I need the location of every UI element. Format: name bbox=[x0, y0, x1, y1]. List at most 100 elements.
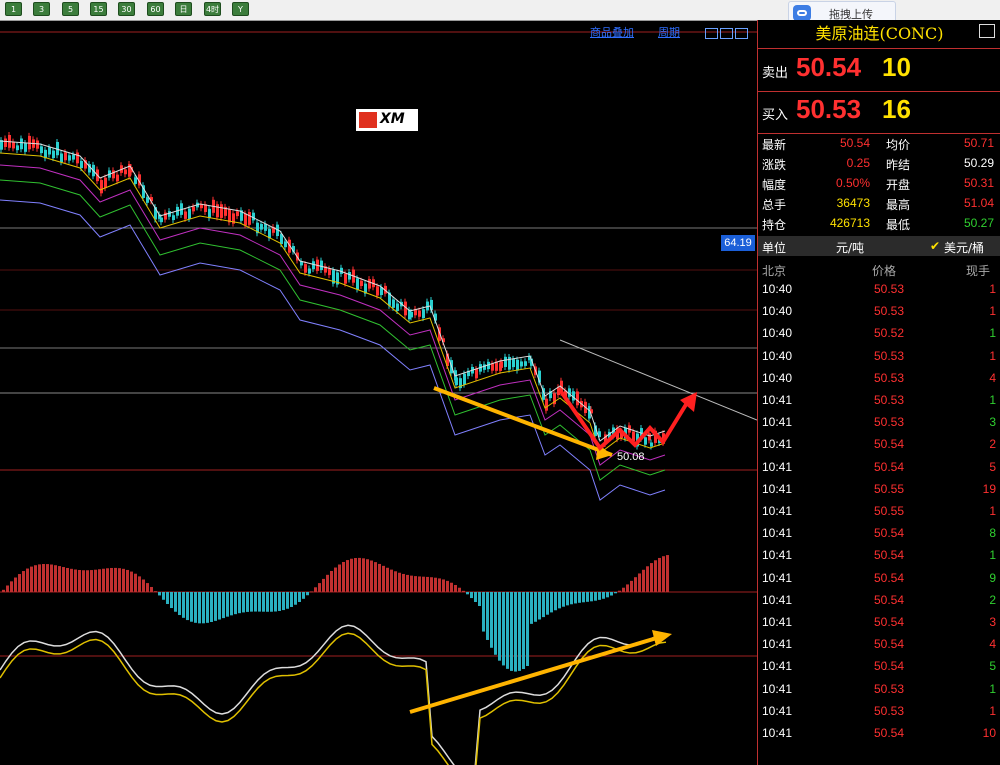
candle-body bbox=[248, 212, 251, 225]
macd-bar bbox=[522, 592, 525, 669]
candle-body bbox=[124, 169, 127, 175]
ma-line-green bbox=[0, 179, 666, 481]
kline-chart[interactable] bbox=[0, 20, 757, 765]
macd-bar bbox=[242, 592, 245, 613]
period-button-3[interactable]: 15 bbox=[90, 2, 107, 16]
macd-bar bbox=[454, 585, 457, 592]
macd-bar bbox=[330, 570, 333, 592]
tick-price: 50.53 bbox=[873, 370, 904, 385]
unit-selector[interactable]: 单位 元/吨 ✔ 美元/桶 bbox=[758, 236, 1000, 256]
macd-bar bbox=[510, 592, 513, 671]
macd-bar bbox=[122, 568, 125, 592]
macd-bar bbox=[582, 592, 585, 603]
macd-bar bbox=[414, 576, 417, 592]
period-button-0[interactable]: 1 bbox=[5, 2, 22, 16]
panel-toggle-icon[interactable] bbox=[979, 24, 995, 38]
macd-bar bbox=[158, 592, 161, 596]
candle-body bbox=[491, 363, 494, 371]
macd-bar bbox=[458, 587, 461, 592]
macd-bar bbox=[434, 577, 437, 592]
period-button-6[interactable]: 日 bbox=[175, 2, 192, 16]
candle-body bbox=[244, 213, 247, 226]
candle-body bbox=[284, 241, 287, 248]
period-button-2[interactable]: 5 bbox=[62, 2, 79, 16]
macd-bar bbox=[142, 579, 145, 592]
macd-bar bbox=[54, 565, 57, 592]
macd-bar bbox=[118, 568, 121, 592]
tick-volume: 2 bbox=[989, 592, 996, 607]
macd-bar bbox=[22, 571, 25, 592]
candle-body bbox=[312, 261, 315, 270]
tick-row: 10:41 50.55 1 bbox=[758, 500, 1000, 522]
macd-bar bbox=[150, 586, 153, 592]
prev-icon[interactable] bbox=[705, 28, 718, 39]
macd-bar bbox=[386, 567, 389, 592]
tick-row: 10:40 50.53 1 bbox=[758, 345, 1000, 367]
macd-bar bbox=[274, 592, 277, 612]
overlay-products-link[interactable]: 商品叠加 bbox=[590, 24, 634, 40]
macd-bar bbox=[406, 574, 409, 592]
macd-bar bbox=[42, 563, 45, 592]
macd-bar bbox=[394, 571, 397, 592]
period-button-4[interactable]: 30 bbox=[118, 2, 135, 16]
macd-bar bbox=[30, 566, 33, 592]
macd-bar bbox=[302, 592, 305, 599]
macd-bar bbox=[14, 577, 17, 592]
stat-value: 50.54 bbox=[839, 136, 870, 150]
stat-label: 涨跌 bbox=[762, 158, 787, 172]
macd-bar bbox=[162, 592, 165, 600]
tick-volume: 9 bbox=[989, 570, 996, 585]
stat-value: 36473 bbox=[836, 196, 870, 210]
tick-volume: 1 bbox=[989, 703, 996, 718]
contract-title: 美原油连(CONC) bbox=[815, 24, 944, 43]
tick-volume: 1 bbox=[989, 681, 996, 696]
candle-body bbox=[356, 278, 359, 290]
macd-bar bbox=[278, 592, 281, 611]
macd-bar bbox=[350, 558, 353, 592]
candle-body bbox=[545, 398, 548, 411]
period-button-7[interactable]: 4时 bbox=[204, 2, 221, 16]
macd-bar bbox=[538, 592, 541, 620]
macd-bar bbox=[206, 592, 209, 623]
xm-logo: XM bbox=[356, 109, 418, 131]
unit-option-yuan[interactable]: 元/吨 bbox=[836, 239, 864, 256]
macd-bar bbox=[506, 592, 509, 669]
tick-row: 10:41 50.54 9 bbox=[758, 567, 1000, 589]
macd-bar bbox=[62, 567, 65, 592]
tick-volume: 3 bbox=[989, 615, 996, 629]
period-button-8[interactable]: Y bbox=[232, 2, 249, 16]
macd-bar bbox=[234, 592, 237, 615]
macd-bar bbox=[478, 592, 481, 607]
expand-icon[interactable] bbox=[735, 28, 748, 39]
buy-row: 买入 50.53 16 bbox=[758, 92, 1000, 132]
macd-bar bbox=[286, 592, 289, 609]
macd-bar bbox=[258, 592, 261, 612]
oscillator-line-k bbox=[0, 624, 667, 765]
chart-canvas[interactable] bbox=[0, 20, 757, 765]
tick-time: 10:40 bbox=[762, 282, 793, 296]
macd-bar bbox=[218, 592, 221, 620]
tick-price: 50.54 bbox=[873, 526, 904, 541]
macd-bar bbox=[482, 592, 485, 632]
macd-bar bbox=[230, 592, 233, 616]
macd-bar bbox=[70, 568, 73, 592]
macd-bar bbox=[438, 578, 441, 592]
sell-row: 卖出 50.54 10 bbox=[758, 50, 1000, 90]
tick-row: 10:41 50.54 5 bbox=[758, 456, 1000, 478]
xm-mark-icon bbox=[359, 112, 377, 128]
macd-bar bbox=[570, 592, 573, 605]
period-button-5[interactable]: 60 bbox=[147, 2, 164, 16]
tick-volume: 3 bbox=[989, 415, 996, 430]
orange-divergence-head bbox=[652, 630, 672, 646]
period-link[interactable]: 周期 bbox=[658, 24, 680, 40]
macd-bar bbox=[346, 560, 349, 592]
next-icon[interactable] bbox=[720, 28, 733, 39]
macd-bar bbox=[266, 592, 269, 612]
tick-time: 10:40 bbox=[762, 304, 793, 319]
unit-option-usd[interactable]: 美元/桶 bbox=[944, 239, 984, 256]
macd-bar bbox=[178, 592, 181, 616]
tick-price: 50.53 bbox=[873, 348, 904, 363]
candle-body bbox=[392, 299, 395, 308]
period-button-1[interactable]: 3 bbox=[33, 2, 50, 16]
tick-volume: 10 bbox=[982, 726, 996, 740]
